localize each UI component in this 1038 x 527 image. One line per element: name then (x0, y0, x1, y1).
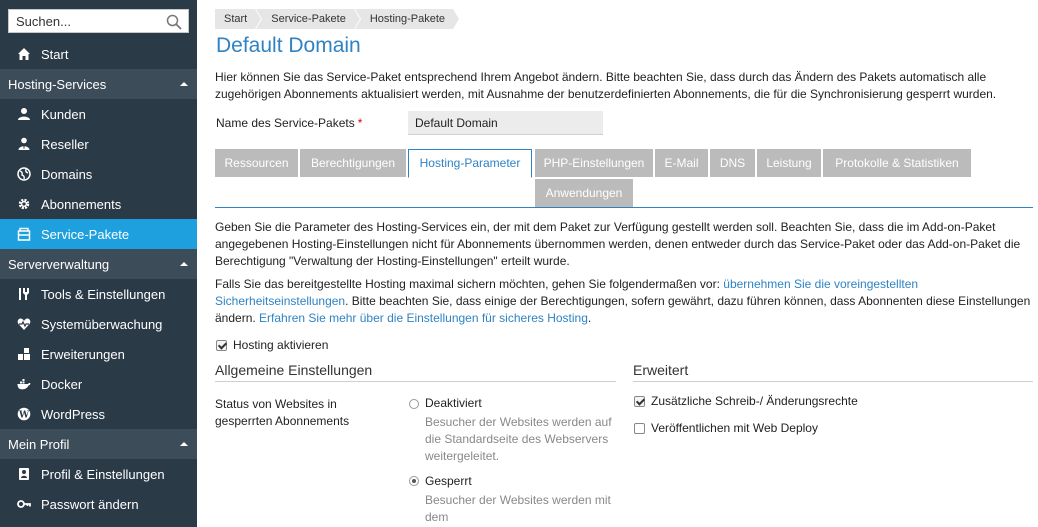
page-title: Default Domain (216, 34, 361, 57)
website-status-label: Status von Websites in gesperrten Abonne… (215, 397, 350, 428)
tab-dns[interactable]: DNS (710, 149, 755, 177)
write-rights-label: Zusätzliche Schreib-/ Änderungsrechte (651, 394, 858, 408)
required-marker: * (357, 116, 363, 130)
sidebar-item-service-pakete[interactable]: Service-Pakete (0, 219, 197, 249)
breadcrumb: Start Service-Pakete Hosting-Pakete (215, 9, 460, 29)
sidebar-item-label: WordPress (41, 406, 106, 422)
general-settings-divider (215, 381, 616, 382)
hosting-description: Geben Sie die Parameter des Hosting-Serv… (215, 220, 1021, 268)
sidebar-item-profil[interactable]: Profil & Einstellungen (0, 459, 197, 489)
sidebar-section-serververwaltung[interactable]: Serververwaltung (0, 249, 197, 279)
web-deploy-row[interactable]: Veröffentlichen mit Web Deploy (634, 421, 818, 435)
extensions-icon (16, 346, 32, 362)
search-input[interactable] (9, 10, 159, 32)
sidebar-item-label: Service-Pakete (41, 226, 130, 242)
security-note-text: . (587, 311, 592, 325)
search-icon[interactable] (165, 13, 183, 31)
section-title: Serververwaltung (8, 256, 110, 272)
status-locked-label: Gesperrt (425, 474, 472, 488)
tab-anwendungen[interactable]: Anwendungen (535, 179, 633, 207)
security-note-text: Falls Sie das bereitgestellte Hosting ma… (215, 277, 724, 291)
sidebar-item-passwort[interactable]: Passwort ändern (0, 489, 197, 519)
sidebar-item-label: Start (41, 46, 69, 62)
package-name-label: Name des Service-Pakets * (216, 116, 362, 130)
security-note: Falls Sie das bereitgestellte Hosting ma… (215, 276, 1033, 327)
sidebar-item-wordpress[interactable]: W WordPress (0, 399, 197, 429)
web-deploy-label: Veröffentlichen mit Web Deploy (651, 421, 818, 435)
section-title: Mein Profil (8, 436, 70, 452)
sidebar-item-label: Domains (41, 166, 93, 182)
sidebar-item-label: Abonnements (41, 196, 122, 212)
status-deactivated-description: Besucher der Websites werden auf die Sta… (425, 415, 612, 463)
tab-protokolle-statistiken[interactable]: Protokolle & Statistiken (823, 149, 971, 177)
sidebar-item-label: Kunden (41, 106, 86, 122)
key-icon (16, 496, 32, 512)
sidebar-item-systemueberwachung[interactable]: Systemüberwachung (0, 309, 197, 339)
hosting-activate-checkbox[interactable] (216, 339, 227, 351)
sidebar-item-kunden[interactable]: Kunden (0, 99, 197, 129)
intro-text: Hier können Sie das Service-Paket entspr… (215, 70, 997, 101)
sidebar-item-label: Passwort ändern (41, 496, 139, 512)
reseller-icon (16, 136, 32, 152)
sidebar-item-label: Reseller (41, 136, 89, 152)
sidebar-item-erweiterungen[interactable]: Erweiterungen (0, 339, 197, 369)
package-name-label-text: Name des Service-Pakets (216, 116, 355, 130)
tab-hosting-parameter[interactable]: Hosting-Parameter (408, 149, 532, 178)
sidebar-item-label: Tools & Einstellungen (41, 286, 166, 302)
search-box (8, 9, 189, 33)
tab-php-einstellungen[interactable]: PHP-Einstellungen (535, 149, 653, 177)
package-icon (16, 226, 32, 242)
sidebar-item-label: Docker (41, 376, 83, 392)
collapse-caret-icon (180, 82, 188, 86)
sidebar-item-label: Systemüberwachung (41, 316, 163, 332)
sidebar-item-docker[interactable]: Docker (0, 369, 197, 399)
sidebar-section-mein-profil[interactable]: Mein Profil (0, 429, 197, 459)
gear-icon (16, 196, 32, 212)
secure-hosting-learn-more-link[interactable]: Erfahren Sie mehr über die Einstellungen… (259, 311, 588, 325)
breadcrumb-start[interactable]: Start (215, 9, 262, 29)
advanced-settings-divider (633, 381, 1033, 382)
docker-icon (16, 376, 32, 392)
hosting-activate-label: Hosting aktivieren (233, 338, 329, 352)
general-settings-title: Allgemeine Einstellungen (215, 362, 373, 378)
sidebar-item-reseller[interactable]: Reseller (0, 129, 197, 159)
section-title: Hosting-Services (8, 76, 107, 92)
profile-card-icon (16, 466, 32, 482)
collapse-caret-icon (180, 262, 188, 266)
tab-e-mail[interactable]: E-Mail (655, 149, 708, 177)
heart-pulse-icon (16, 316, 32, 332)
tab-ressourcen[interactable]: Ressourcen (215, 149, 298, 177)
package-name-row: Name des Service-Pakets * (215, 111, 615, 135)
home-icon (16, 46, 32, 62)
wordpress-icon: W (16, 406, 32, 422)
write-rights-checkbox[interactable] (634, 395, 645, 407)
sidebar-item-tools[interactable]: Tools & Einstellungen (0, 279, 197, 309)
tab-divider (215, 207, 1033, 208)
advanced-settings-title: Erweitert (633, 362, 689, 378)
breadcrumb-service-pakete[interactable]: Service-Pakete (256, 9, 360, 29)
sidebar-item-start[interactable]: Start (0, 39, 197, 69)
sidebar-item-abonnements[interactable]: Abonnements (0, 189, 197, 219)
status-deactivated-label: Deaktiviert (425, 396, 482, 410)
hosting-activate-row[interactable]: Hosting aktivieren (216, 338, 328, 352)
advanced-write-rights-row[interactable]: Zusätzliche Schreib-/ Änderungsrechte (634, 394, 858, 408)
collapse-caret-icon (180, 442, 188, 446)
tab-leistung[interactable]: Leistung (757, 149, 821, 177)
package-name-input[interactable] (408, 111, 603, 135)
status-deactivated-radio[interactable] (409, 399, 419, 409)
user-icon (16, 106, 32, 122)
status-locked-radio[interactable] (409, 476, 419, 486)
svg-text:W: W (18, 411, 30, 421)
sidebar-section-hosting-services[interactable]: Hosting-Services (0, 69, 197, 99)
status-locked-description: Besucher der Websites werden mit dem (425, 493, 611, 524)
sidebar-item-label: Profil & Einstellungen (41, 466, 165, 482)
sidebar-item-label: Erweiterungen (41, 346, 125, 362)
globe-icon (16, 166, 32, 182)
sidebar: Start Hosting-Services Kunden Reseller D… (0, 0, 197, 527)
tab-berechtigungen[interactable]: Berechtigungen (300, 149, 406, 177)
sidebar-item-domains[interactable]: Domains (0, 159, 197, 189)
breadcrumb-hosting-pakete[interactable]: Hosting-Pakete (354, 9, 460, 29)
tools-icon (16, 286, 32, 302)
web-deploy-checkbox[interactable] (634, 422, 645, 434)
